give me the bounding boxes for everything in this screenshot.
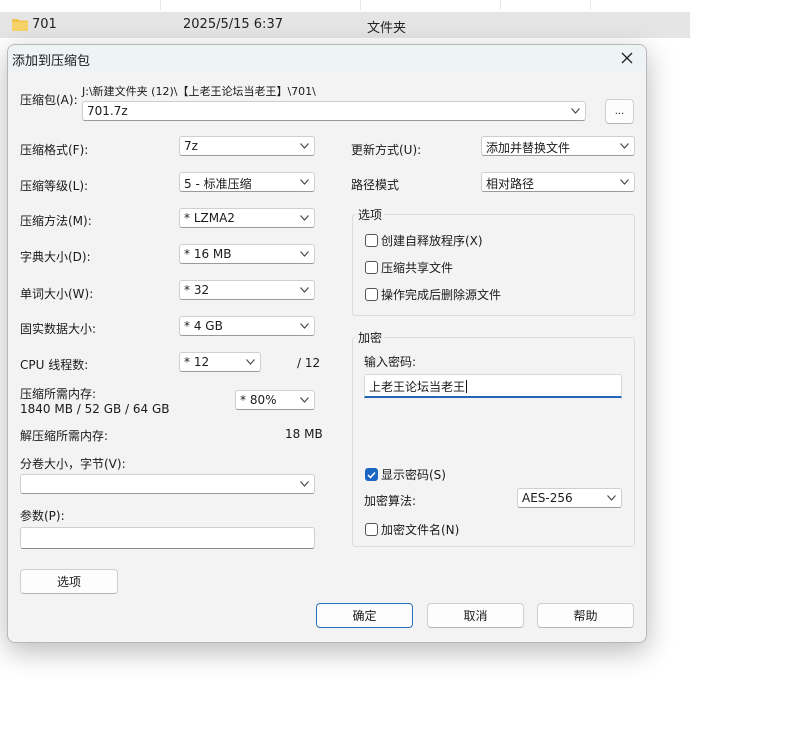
cpu-select[interactable]: * 12 [179,352,261,372]
format-select[interactable]: 7z [179,136,315,156]
cpu-label: CPU 线程数: [20,358,89,372]
shared-checkbox-row[interactable]: 压缩共享文件 [365,259,453,276]
word-label: 单词大小(W): [20,287,94,301]
chevron-down-icon [300,215,309,221]
pathmode-value: 相对路径 [486,177,535,191]
level-value: 5 - 标准压缩 [184,177,252,191]
encrypt-names-row[interactable]: 加密文件名(N) [365,521,459,538]
explorer-file-type: 文件夹 [367,21,407,36]
chevron-down-icon [620,143,629,149]
mem-decompress-value: 18 MB [285,427,323,441]
algorithm-select[interactable]: AES-256 [517,488,622,508]
encrypt-names-checkbox[interactable] [365,523,378,536]
cancel-button[interactable]: 取消 [427,603,524,628]
volume-label: 分卷大小，字节(V): [20,457,126,471]
chevron-down-icon [607,495,616,501]
pathmode-select[interactable]: 相对路径 [481,172,635,192]
close-icon [621,52,633,64]
folder-icon [12,19,28,31]
text-caret [466,380,468,393]
chevron-down-icon [300,179,309,185]
word-value: * 32 [184,283,210,297]
chevron-down-icon [300,323,309,329]
dialog-titlebar[interactable]: 添加到压缩包 [8,45,646,71]
chevron-down-icon [300,251,309,257]
encryption-group-title: 加密 [356,329,385,346]
chevron-down-icon [300,143,309,149]
chevron-down-icon [571,108,580,114]
volume-combobox[interactable] [20,474,315,494]
add-to-archive-dialog: 添加到压缩包 压缩包(A): J:\新建文件夹 (12)\【上老王论坛当老王】\… [7,44,647,643]
update-value: 添加并替换文件 [486,141,571,155]
format-value: 7z [184,139,198,153]
delete-checkbox-row[interactable]: 操作完成后删除源文件 [365,286,501,303]
show-password-label: 显示密码(S) [381,468,446,482]
level-select[interactable]: 5 - 标准压缩 [179,172,315,192]
explorer-file-row[interactable]: 701 2025/5/15 6:37 文件夹 [0,12,690,38]
mem-compress-label: 压缩所需内存: [20,387,97,401]
show-password-row[interactable]: 显示密码(S) [365,466,446,483]
delete-label: 操作完成后删除源文件 [381,288,502,302]
dict-select[interactable]: * 16 MB [179,244,315,264]
explorer-file-name: 701 [32,17,57,32]
dict-label: 字典大小(D): [20,250,91,264]
dict-value: * 16 MB [184,247,232,261]
solid-select[interactable]: * 4 GB [179,316,315,336]
explorer-file-date: 2025/5/15 6:37 [183,17,283,32]
close-button[interactable] [616,47,638,69]
dialog-title: 添加到压缩包 [12,54,91,69]
pathmode-label: 路径模式 [351,178,400,192]
show-password-checkbox[interactable] [365,468,378,481]
mem-usage-select[interactable]: * 80% [235,390,315,410]
mem-compress-detail: 1840 MB / 52 GB / 64 GB [20,402,170,416]
password-label: 输入密码: [364,355,417,369]
sfx-label: 创建自释放程序(X) [381,234,483,248]
chevron-down-icon [300,481,309,487]
solid-label: 固实数据大小: [20,322,97,336]
format-label: 压缩格式(F): [20,143,89,157]
sfx-checkbox-row[interactable]: 创建自释放程序(X) [365,232,483,249]
mem-usage-value: * 80% [240,393,277,407]
algorithm-label: 加密算法: [364,494,417,508]
update-label: 更新方式(U): [351,143,422,157]
chevron-down-icon [246,359,255,365]
password-input[interactable]: 上老王论坛当老王 [364,374,622,398]
archive-name-value: 701.7z [87,104,128,118]
word-select[interactable]: * 32 [179,280,315,300]
algorithm-value: AES-256 [522,491,573,505]
params-label: 参数(P): [20,509,65,523]
checkmark-icon [367,471,376,479]
chevron-down-icon [300,287,309,293]
level-label: 压缩等级(L): [20,179,89,193]
archive-path: J:\新建文件夹 (12)\【上老王论坛当老王】\701\ [82,85,316,98]
encrypt-names-label: 加密文件名(N) [381,523,460,537]
password-value: 上老王论坛当老王 [369,380,466,394]
browse-button[interactable]: ... [605,99,634,124]
method-label: 压缩方法(M): [20,214,92,228]
chevron-down-icon [620,179,629,185]
ok-button[interactable]: 确定 [316,603,413,628]
cpu-value: * 12 [184,355,210,369]
update-select[interactable]: 添加并替换文件 [481,136,635,156]
solid-value: * 4 GB [184,319,223,333]
options-button[interactable]: 选项 [20,569,118,594]
cpu-total: / 12 [297,356,321,370]
method-select[interactable]: * LZMA2 [179,208,315,228]
sfx-checkbox[interactable] [365,234,378,247]
options-group-title: 选项 [356,206,385,223]
delete-checkbox[interactable] [365,288,378,301]
shared-checkbox[interactable] [365,261,378,274]
archive-label: 压缩包(A): [20,93,78,107]
archive-name-combobox[interactable]: 701.7z [82,101,586,121]
help-button[interactable]: 帮助 [537,603,634,628]
method-value: * LZMA2 [184,211,235,225]
shared-label: 压缩共享文件 [381,261,454,275]
explorer-column-dividers [0,0,690,10]
chevron-down-icon [300,397,309,403]
params-input[interactable] [20,527,315,549]
mem-decompress-label: 解压缩所需内存: [20,429,109,443]
